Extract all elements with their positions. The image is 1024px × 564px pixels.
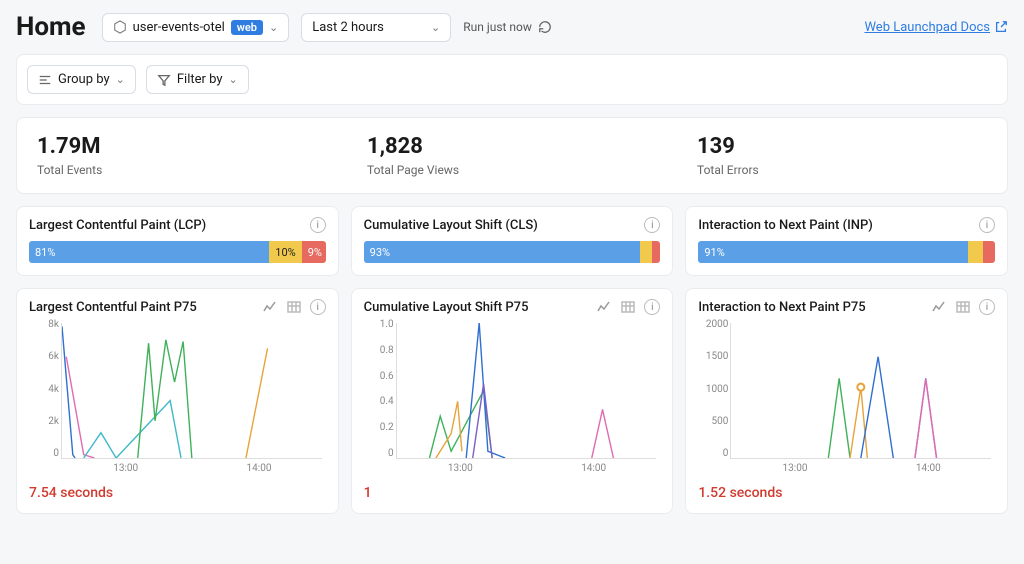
run-status: Run just now [463,20,552,34]
bar-segment-red: 9% [302,241,326,263]
info-icon[interactable]: i [644,217,660,233]
time-range-selector[interactable]: Last 2 hours ⌄ [301,13,451,42]
p75-title: Cumulative Layout Shift P75 [364,300,597,315]
page-title: Home [16,12,86,42]
line-chart-icon[interactable] [596,299,612,315]
p75-value: 1.52 seconds [698,485,995,501]
info-icon[interactable]: i [310,299,326,315]
stat-total-pageviews: 1,828 Total Page Views [347,118,677,193]
bar-segment-blue: 91% [698,241,968,263]
table-icon[interactable] [955,299,971,315]
vital-card-1: Cumulative Layout Shift (CLS) i 93% [351,206,674,276]
p75-value: 7.54 seconds [29,485,326,501]
filter-by-label: Filter by [177,72,223,87]
docs-link-text: Web Launchpad Docs [864,20,990,35]
docs-link[interactable]: Web Launchpad Docs [864,20,1008,35]
vital-bar: 81%10%9% [29,241,326,263]
dataset-selector[interactable]: user-events-otel web ⌄ [102,13,290,42]
vital-card-2: Interaction to Next Paint (INP) i 91% [685,206,1008,276]
chart-x-axis: 13:0014:00 [59,463,326,479]
external-link-icon [994,20,1008,34]
chart-y-axis: 2000150010005000 [698,319,728,459]
bar-segment-yellow [640,241,652,263]
stat-total-errors: 139 Total Errors [677,118,1007,193]
p75-value: 1 [364,485,661,501]
info-icon[interactable]: i [310,217,326,233]
table-icon[interactable] [620,299,636,315]
vital-card-0: Largest Contentful Paint (LCP) i 81%10%9… [16,206,339,276]
chevron-down-icon: ⌄ [229,73,238,86]
stat-label: Total Errors [697,163,987,177]
dataset-icon [113,20,127,34]
chart-y-axis: 8k6k4k2k0 [29,319,59,459]
dataset-badge: web [231,20,263,35]
info-icon[interactable]: i [979,217,995,233]
filter-by-button[interactable]: Filter by ⌄ [146,65,249,94]
stat-label: Total Page Views [367,163,657,177]
p75-card-2: Interaction to Next Paint P75 i 20001500… [685,288,1008,514]
stats-row: 1.79M Total Events 1,828 Total Page View… [16,117,1008,194]
dataset-name: user-events-otel [133,20,225,35]
chart-x-axis: 13:0014:00 [394,463,661,479]
p75-card-0: Largest Contentful Paint P75 i 8k6k4k2k0… [16,288,339,514]
p75-title: Largest Contentful Paint P75 [29,300,262,315]
info-icon[interactable]: i [644,299,660,315]
group-by-label: Group by [58,72,110,87]
chevron-down-icon: ⌄ [116,73,125,86]
bar-segment-yellow [968,241,983,263]
bar-segment-red [652,241,661,263]
info-icon[interactable]: i [979,299,995,315]
bar-segment-blue: 81% [29,241,269,263]
chevron-down-icon: ⌄ [269,21,278,34]
group-icon [38,73,52,87]
stat-label: Total Events [37,163,327,177]
vital-title: Largest Contentful Paint (LCP) [29,218,310,233]
p75-card-1: Cumulative Layout Shift P75 i 1.00.80.60… [351,288,674,514]
chart-plot[interactable] [730,323,991,459]
line-chart-icon[interactable] [262,299,278,315]
vital-bar: 93% [364,241,661,263]
chart-plot[interactable] [61,323,322,459]
vital-title: Interaction to Next Paint (INP) [698,218,979,233]
vital-title: Cumulative Layout Shift (CLS) [364,218,645,233]
stat-value: 139 [697,134,987,159]
stat-value: 1.79M [37,134,327,159]
chart-plot[interactable] [396,323,657,459]
filter-icon [157,73,171,87]
vital-bar: 91% [698,241,995,263]
time-range-label: Last 2 hours [312,20,384,35]
group-by-button[interactable]: Group by ⌄ [27,65,136,94]
bar-segment-red [983,241,995,263]
chart-y-axis: 1.00.80.60.40.20 [364,319,394,459]
bar-segment-blue: 93% [364,241,640,263]
run-status-text: Run just now [463,20,532,34]
table-icon[interactable] [286,299,302,315]
stat-total-events: 1.79M Total Events [17,118,347,193]
refresh-icon[interactable] [538,20,552,34]
bar-segment-yellow: 10% [269,241,301,263]
stat-value: 1,828 [367,134,657,159]
chart-x-axis: 13:0014:00 [728,463,995,479]
p75-title: Interaction to Next Paint P75 [698,300,931,315]
chevron-down-icon: ⌄ [431,21,440,34]
line-chart-icon[interactable] [931,299,947,315]
